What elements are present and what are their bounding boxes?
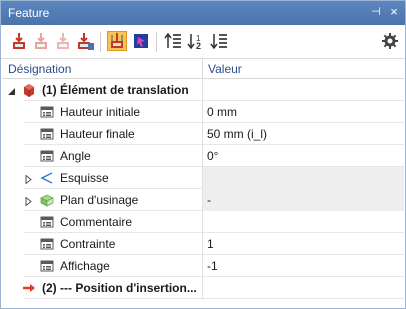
row-value-cell[interactable]: 0 mm	[202, 101, 404, 123]
feature-list-icon[interactable]	[107, 31, 127, 51]
pin-icon[interactable]: ⊣	[369, 5, 383, 19]
sketch-icon	[40, 171, 54, 185]
row-value: -	[207, 193, 211, 207]
row-value-cell[interactable]: -	[202, 189, 404, 211]
grid-row[interactable]: Plan d'usinage -	[2, 189, 404, 211]
row-value-cell[interactable]: 0°	[202, 145, 404, 167]
column-header-designation[interactable]: Désignation	[8, 62, 71, 76]
close-icon[interactable]: ×	[387, 5, 401, 19]
panel-title-bar: Feature ⊣ ×	[1, 1, 405, 25]
row-name-cell[interactable]: Esquisse	[24, 167, 202, 189]
row-label: Angle	[60, 149, 91, 163]
feature-toolbar: 1 2	[1, 25, 405, 59]
row-label: (2) --- Position d'insertion...	[42, 281, 197, 295]
row-name-cell[interactable]: (2) --- Position d'insertion...	[22, 277, 202, 299]
row-gutter	[2, 277, 24, 299]
row-gutter	[2, 211, 24, 233]
insertion-arrow-icon	[22, 281, 36, 295]
grid-row[interactable]: Contrainte 1	[2, 233, 404, 255]
row-name-cell[interactable]: Angle	[24, 145, 202, 167]
row-label: Hauteur initiale	[60, 105, 141, 119]
grid-row[interactable]: Hauteur finale 50 mm (i_l)	[2, 123, 404, 145]
row-value-cell[interactable]	[202, 79, 404, 101]
parameter-icon	[40, 215, 54, 229]
move-down-icon[interactable]: 1 2	[186, 31, 206, 51]
row-name-cell[interactable]: Hauteur initiale	[24, 101, 202, 123]
grid-row[interactable]: (2) --- Position d'insertion...	[2, 277, 404, 299]
grid-header: Désignation Valeur	[2, 59, 404, 79]
row-name-cell[interactable]: Hauteur finale	[24, 123, 202, 145]
row-label: Commentaire	[60, 215, 133, 229]
row-label: Hauteur finale	[60, 127, 135, 141]
svg-text:2: 2	[196, 41, 201, 51]
row-gutter	[2, 101, 24, 123]
pointer-select-icon[interactable]	[131, 31, 151, 51]
insert-feature-icon[interactable]	[31, 31, 51, 51]
row-value: 50 mm (i_l)	[207, 127, 268, 141]
row-gutter	[2, 145, 24, 167]
parameter-icon	[40, 149, 54, 163]
toolbar-separator	[100, 32, 101, 52]
grid-row[interactable]: Affichage -1	[2, 255, 404, 277]
list-options-icon[interactable]	[209, 31, 229, 51]
grid-row[interactable]: Commentaire	[2, 211, 404, 233]
expand-triangle-icon[interactable]	[24, 173, 33, 185]
move-up-icon[interactable]	[163, 31, 183, 51]
grid-row[interactable]: Hauteur initiale 0 mm	[2, 101, 404, 123]
row-value-cell[interactable]: 50 mm (i_l)	[202, 123, 404, 145]
row-name-cell[interactable]: Commentaire	[24, 211, 202, 233]
parameter-icon	[40, 237, 54, 251]
parameter-icon	[40, 127, 54, 141]
expand-triangle-icon[interactable]	[24, 195, 33, 207]
row-label: Plan d'usinage	[60, 193, 139, 207]
row-gutter	[2, 123, 24, 145]
row-value-cell[interactable]	[202, 277, 404, 299]
add-feature-icon[interactable]	[9, 31, 29, 51]
delete-feature-icon[interactable]	[75, 31, 95, 51]
row-name-cell[interactable]: (1) Élément de translation	[8, 79, 202, 101]
toolbar-separator	[156, 32, 157, 52]
column-divider[interactable]	[202, 59, 203, 79]
row-value-cell[interactable]	[202, 167, 404, 189]
translation-element-icon	[22, 83, 36, 97]
row-gutter	[2, 167, 24, 189]
parameter-icon	[40, 259, 54, 273]
row-label: Esquisse	[60, 171, 109, 185]
row-gutter	[2, 189, 24, 211]
feature-panel: Feature ⊣ × 1 2 Désignation Valeur (1) É…	[0, 0, 406, 309]
row-name-cell[interactable]: Plan d'usinage	[24, 189, 202, 211]
row-label: (1) Élément de translation	[42, 83, 189, 97]
row-label: Affichage	[60, 259, 110, 273]
machining-plane-icon	[40, 193, 54, 207]
row-value: -1	[207, 259, 218, 273]
row-value: 0 mm	[207, 105, 237, 119]
grid-row[interactable]: Angle 0°	[2, 145, 404, 167]
column-header-value[interactable]: Valeur	[208, 62, 242, 76]
row-value-cell[interactable]: 1	[202, 233, 404, 255]
panel-title: Feature	[8, 6, 50, 20]
row-value: 0°	[207, 149, 219, 163]
parameter-icon	[40, 105, 54, 119]
row-gutter	[2, 255, 24, 277]
grid-row[interactable]: (1) Élément de translation	[2, 79, 404, 101]
row-label: Contrainte	[60, 237, 116, 251]
insert-feature-disabled-icon[interactable]	[53, 31, 73, 51]
row-gutter	[2, 233, 24, 255]
gear-icon[interactable]	[381, 32, 401, 52]
row-name-cell[interactable]: Affichage	[24, 255, 202, 277]
collapse-triangle-icon[interactable]	[7, 85, 16, 95]
grid-row[interactable]: Esquisse	[2, 167, 404, 189]
row-value-cell[interactable]: -1	[202, 255, 404, 277]
row-value-cell[interactable]	[202, 211, 404, 233]
row-name-cell[interactable]: Contrainte	[24, 233, 202, 255]
row-value: 1	[207, 237, 214, 251]
